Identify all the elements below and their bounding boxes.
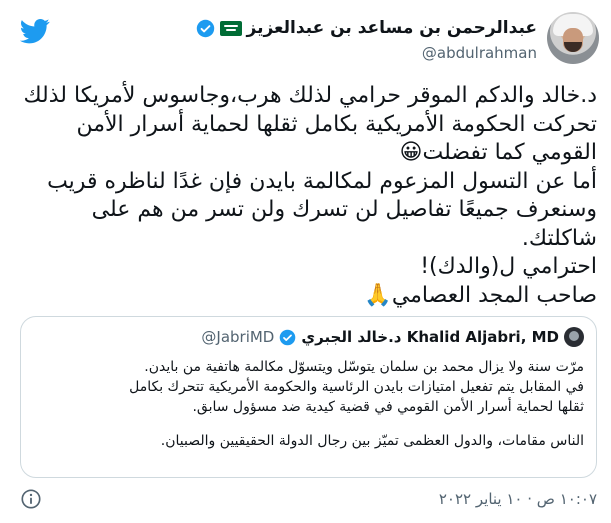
quoted-tweet-text: مرّت سنة ولا يزال محمد بن سلمان يتوسّل و… — [33, 357, 584, 451]
tweet-line: القومي كما تفضلت😀 — [10, 139, 597, 168]
tweet-line: احترامي ل(والدك)! — [420, 254, 597, 279]
tweet-line: صاحب المجد العصامي🙏 — [10, 282, 597, 311]
author-handle[interactable]: @abdulrahman — [422, 44, 537, 62]
verified-badge-icon — [280, 329, 296, 345]
tweet-line: شاكلتك. — [521, 225, 597, 251]
verified-badge-icon — [196, 19, 214, 37]
author-display-name[interactable]: عبدالرحمن بن مساعد بن عبدالعزيز — [247, 18, 538, 38]
quoted-tweet-header: د.خالد الجبري Khalid Aljabri, MD @JabriM… — [201, 327, 584, 347]
saudi-flag-icon — [219, 20, 242, 36]
quoted-line: ثقلها لحماية أسرار الأمن القومي في قضية … — [192, 399, 584, 415]
twitter-bird-icon[interactable] — [20, 16, 50, 46]
tweet-timestamp[interactable]: ١٠:٠٧ ص · ١٠ يناير ٢٠٢٢ — [439, 490, 597, 508]
avatar[interactable] — [547, 12, 599, 64]
tweet-card: عبدالرحمن بن مساعد بن عبدالعزيز @abdulra… — [0, 0, 611, 523]
tweet-line-text: صاحب المجد العصامي — [391, 282, 597, 308]
folded-hands-emoji-icon: 🙏 — [364, 282, 392, 308]
tweet-line-text: القومي كما تفضلت — [422, 140, 597, 165]
quoted-author-name: د.خالد الجبري Khalid Aljabri, MD — [301, 328, 559, 346]
quoted-avatar — [564, 327, 584, 347]
author-name-row[interactable]: عبدالرحمن بن مساعد بن عبدالعزيز — [196, 16, 538, 40]
tweet-line: أما عن التسول المزعوم لمكالمة بايدن فإن … — [47, 168, 597, 194]
info-icon[interactable] — [20, 488, 42, 510]
quoted-line: الناس مقامات، والدول العظمى تميّز بين رج… — [160, 433, 584, 449]
tweet-line: تحركت الحكومة الأمريكية بكامل ثقلها لحما… — [76, 111, 597, 137]
grinning-face-emoji-icon: 😀 — [399, 140, 423, 165]
tweet-line: د.خالد والدكم الموقر حرامي لذلك هرب،وجاس… — [23, 83, 598, 108]
quoted-line: في المقابل يتم تفعيل امتيازات بايدن الرئ… — [129, 379, 584, 395]
quoted-line: مرّت سنة ولا يزال محمد بن سلمان يتوسّل و… — [144, 359, 584, 375]
quoted-author-handle: @JabriMD — [201, 328, 275, 346]
tweet-line: وسنعرف جميعًا تفاصيل لن تسرك ولن تسر من … — [91, 197, 597, 222]
quoted-tweet[interactable]: د.خالد الجبري Khalid Aljabri, MD @JabriM… — [20, 316, 597, 478]
tweet-text: د.خالد والدكم الموقر حرامي لذلك هرب،وجاس… — [10, 82, 598, 311]
